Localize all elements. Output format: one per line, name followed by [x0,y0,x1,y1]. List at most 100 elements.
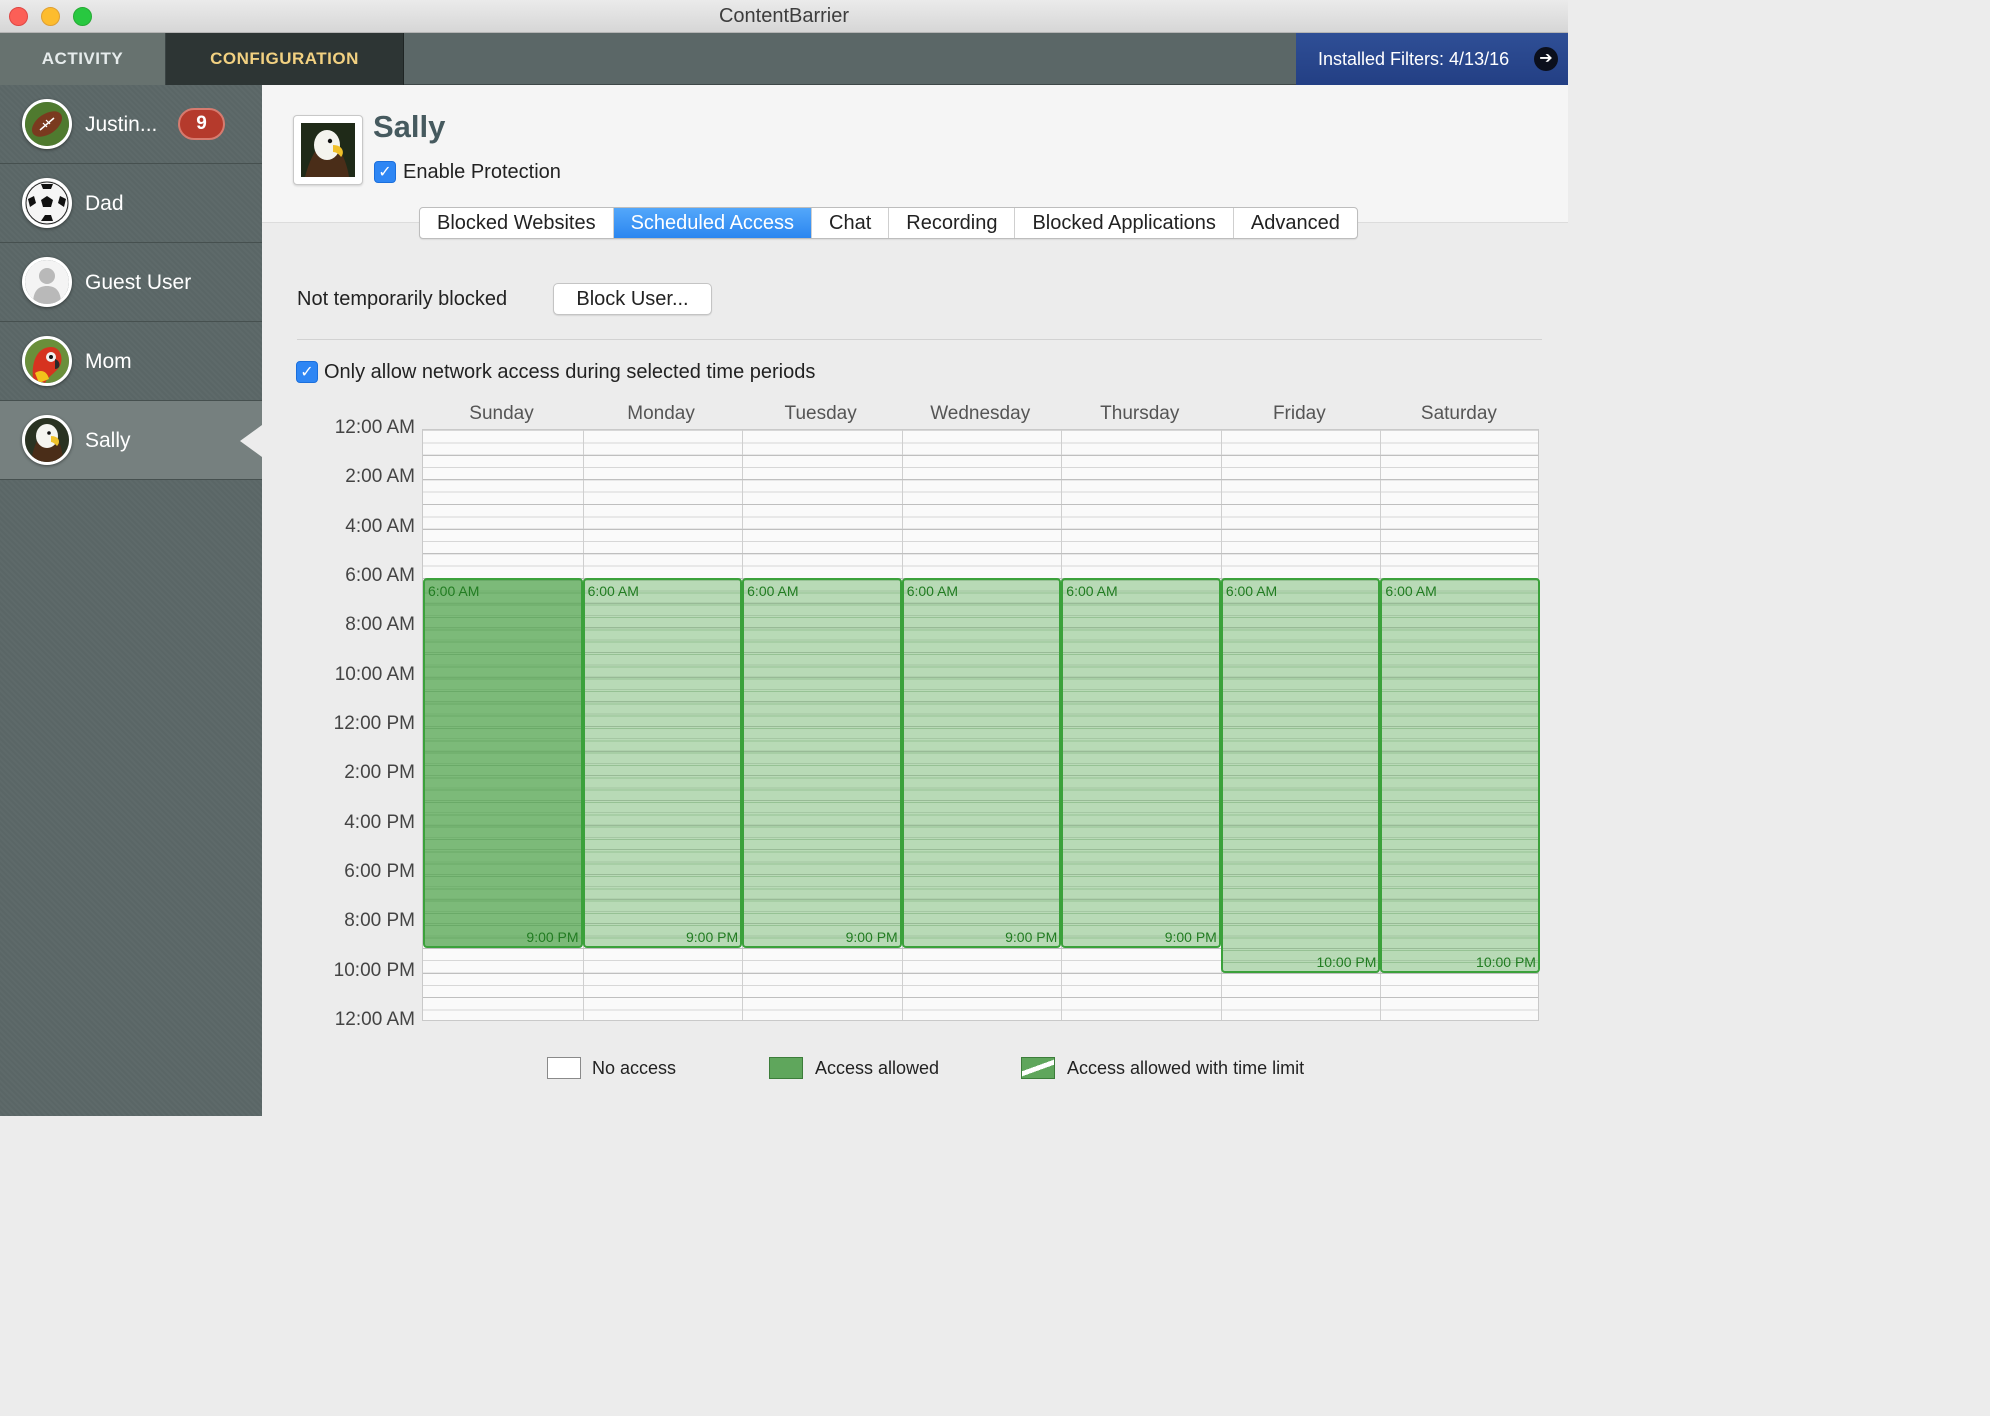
time-label: 12:00 AM [334,1009,415,1030]
day-header-thursday: Thursday [1100,403,1180,424]
selection-indicator [240,425,262,457]
user-photo[interactable] [293,115,363,185]
day-header-monday: Monday [627,403,695,424]
sidebar-user-name: Guest User [85,271,192,294]
hour-line [423,454,1538,456]
notification-badge: 9 [178,108,225,140]
access-block-thursday[interactable]: 6:00 AM 9:00 PM [1061,578,1221,948]
time-label: 8:00 PM [344,910,415,932]
legend-time-limit-label: Access allowed with time limit [1067,1058,1305,1078]
config-tabs: Blocked Websites Scheduled Access Chat R… [419,207,1358,239]
day-header-friday: Friday [1272,403,1326,424]
tab-advanced[interactable]: Advanced [1234,208,1357,238]
time-label: 10:00 AM [334,663,415,685]
hour-line [423,553,1538,555]
block-start-label: 6:00 AM [1066,583,1118,599]
sidebar-user-mom[interactable]: Mom [0,322,262,401]
sidebar-user-justin[interactable]: Justin... 9 [0,85,262,164]
hour-line [423,972,1538,974]
sidebar-user-dad[interactable]: Dad [0,164,262,243]
block-end-label: 10:00 PM [1476,953,1536,970]
only-allow-checkbox[interactable]: ✓ [296,361,318,383]
day-header-sunday: Sunday [469,403,534,424]
block-end-label: 10:00 PM [1316,953,1377,970]
tab-activity[interactable]: ACTIVITY [0,33,166,85]
sidebar-user-sally[interactable]: Sally [0,401,262,480]
access-block-tuesday[interactable]: 6:00 AM 9:00 PM [742,578,902,948]
block-start-label: 6:00 AM [906,583,959,599]
hour-line [423,528,1538,530]
hour-line [423,997,1538,999]
eagle-icon [301,123,355,177]
block-status-text: Not temporarily blocked [297,288,508,310]
soccer-ball-icon [22,178,72,228]
page-title: Sally [373,109,446,144]
time-label: 2:00 PM [344,762,415,784]
time-label: 2:00 AM [345,466,415,488]
access-block-monday[interactable]: 6:00 AM 9:00 PM [582,578,743,948]
sidebar-user-name: Sally [85,429,131,452]
day-header-wednesday: Wednesday [930,403,1031,424]
arrow-right-circle-icon: ➔ [1534,47,1558,71]
hour-line [423,479,1538,481]
block-end-label: 9:00 PM [685,929,739,945]
only-allow-label: Only allow network access during selecte… [324,361,816,383]
block-start-label: 6:00 AM [1225,583,1278,599]
tab-scheduled-access[interactable]: Scheduled Access [613,208,813,238]
window-title: ContentBarrier [718,5,850,27]
sidebar-user-name: Mom [85,350,132,373]
time-label: 4:00 PM [344,811,415,833]
time-label: 4:00 AM [345,515,415,537]
installed-filters-button[interactable]: Installed Filters: 4/13/16 ➔ [1296,33,1568,85]
time-label: 8:00 AM [345,614,415,636]
sidebar-user-name: Justin... [85,113,158,136]
day-header-tuesday: Tuesday [784,403,857,424]
block-start-label: 6:00 AM [747,583,799,599]
enable-protection-label: Enable Protection [403,161,561,183]
football-icon [22,99,72,149]
time-label: 6:00 AM [345,565,415,586]
tab-chat[interactable]: Chat [812,208,890,238]
block-start-label: 6:00 AM [1385,583,1437,599]
block-end-label: 9:00 PM [1164,929,1217,945]
schedule-grid[interactable]: 6:00 AM 9:00 PM 6:00 AM 9:00 PM 6:00 AM 9:00 … [422,429,1540,1021]
enable-protection-checkbox[interactable]: ✓ [374,161,396,183]
access-block-friday[interactable]: 6:00 AM 10:00 PM [1220,578,1381,973]
eagle-icon [22,415,72,465]
access-block-wednesday[interactable]: 6:00 AM 9:00 PM [901,578,1062,948]
section-divider [297,339,1542,340]
block-start-label: 6:00 AM [428,583,480,599]
parrot-icon [22,336,72,386]
day-header-saturday: Saturday [1420,403,1497,424]
legend-access-allowed-swatch [769,1057,803,1079]
time-label: 10:00 PM [333,959,415,981]
block-end-label: 9:00 PM [526,929,579,945]
block-start-label: 6:00 AM [587,583,639,599]
legend-no-access-swatch [547,1057,581,1079]
sidebar-user-name: Dad [85,192,124,215]
time-label: 6:00 PM [344,861,415,882]
block-end-label: 9:00 PM [845,929,898,945]
access-block-sunday[interactable]: 6:00 AM 9:00 PM [423,578,583,948]
legend-time-limit-swatch [1021,1057,1055,1079]
block-end-label: 9:00 PM [1005,929,1058,945]
tab-blocked-websites[interactable]: Blocked Websites [420,208,614,238]
user-header: Sally ✓ Enable Protection [262,85,1568,223]
configuration-panel: Sally ✓ Enable Protection Blocked Websit… [262,85,1568,1116]
time-label: 12:00 AM [334,417,415,438]
block-user-button[interactable]: Block User... [553,283,712,315]
window-titlebar: ContentBarrier [0,0,1568,33]
tab-configuration[interactable]: CONFIGURATION [166,33,404,85]
access-block-saturday[interactable]: 6:00 AM 10:00 PM [1380,578,1540,973]
legend-no-access-label: No access [592,1058,677,1078]
time-label: 12:00 PM [333,713,415,734]
tab-blocked-applications[interactable]: Blocked Applications [1015,208,1234,238]
user-sidebar: Justin... 9 Dad Guest User Mom Sally [0,85,262,1116]
legend-access-allowed-label: Access allowed [815,1058,940,1078]
person-silhouette-icon [22,257,72,307]
installed-filters-label: Installed Filters: 4/13/16 [1318,48,1510,69]
main-toolbar: ACTIVITY CONFIGURATION Installed Filters… [0,33,1568,85]
tab-recording[interactable]: Recording [889,208,1016,238]
sidebar-user-guest[interactable]: Guest User [0,243,262,322]
hour-line [423,504,1538,505]
